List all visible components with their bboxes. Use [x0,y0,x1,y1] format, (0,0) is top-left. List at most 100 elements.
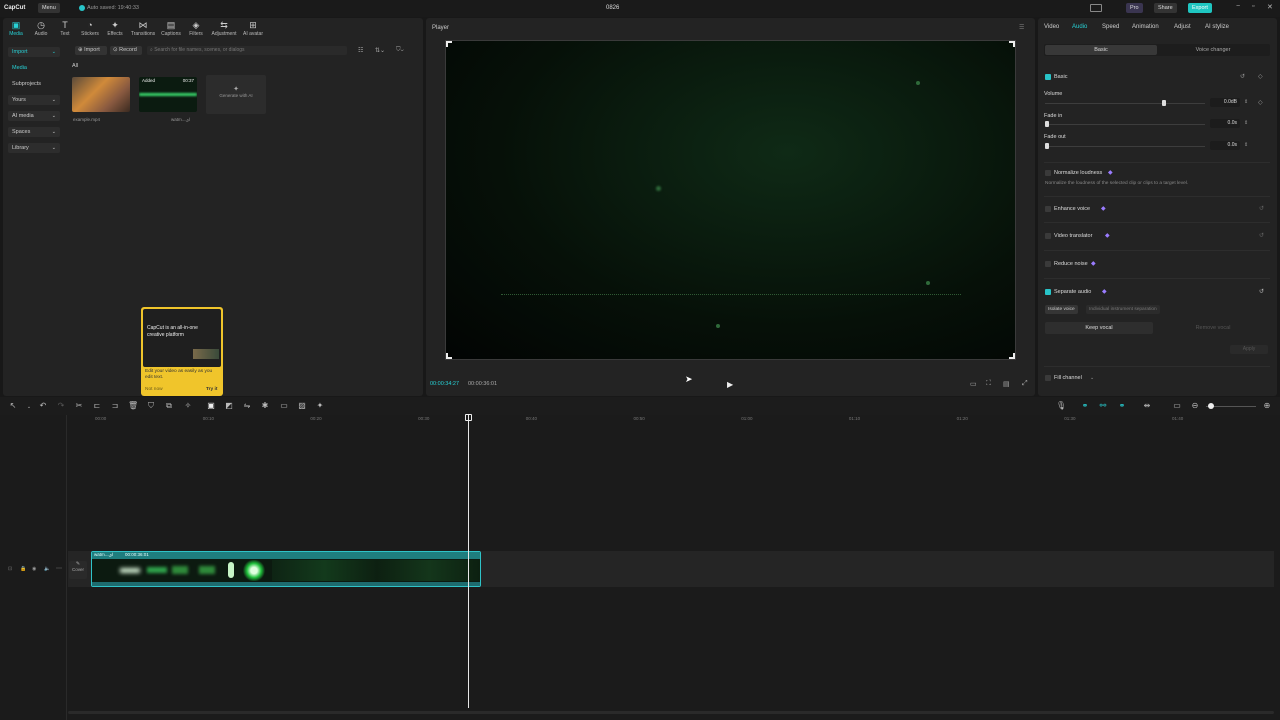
freeze-icon[interactable]: ◩ [224,401,234,410]
chip-isolate-voice[interactable]: Isolate voice [1045,305,1078,314]
zoom-out-icon[interactable]: ⊖ [1190,401,1200,410]
chip-instrument-separation[interactable]: Individual instrument separation [1086,305,1160,314]
keyframe-icon[interactable]: ◇ [1258,99,1263,106]
apply-button[interactable]: Apply [1230,345,1268,354]
link-icon[interactable]: ⚭ [1080,401,1090,410]
mirror-icon[interactable]: ⇋ [242,401,252,410]
reset-icon[interactable]: ↺ [1259,205,1264,212]
minimize-icon[interactable]: − [1236,3,1240,10]
video-clip[interactable]: watm...ای 00:00:36:01 [91,551,481,587]
filter-all-tab[interactable]: All [72,63,78,69]
stepper-icon[interactable]: ⇕ [1244,142,1248,148]
sidebar-item-library[interactable]: Library ⌄ [8,143,60,153]
sidebar-item-import[interactable]: Import ⌄ [8,47,60,57]
tab-speed[interactable]: Speed [1102,24,1119,30]
playhead-handle[interactable] [465,414,473,421]
fit-timeline-icon[interactable]: ▭ [1172,401,1182,410]
remove-vocal-option[interactable]: Remove vocal [1158,322,1268,334]
link-chain-icon[interactable]: ⚭ [1117,401,1127,410]
sparkle-tool-icon[interactable]: ✦ [315,401,325,410]
tab-adjust[interactable]: Adjust [1174,24,1191,30]
canvas-handle[interactable] [1009,353,1015,359]
fade-in-slider[interactable] [1045,124,1205,125]
reduce-noise-checkbox[interactable] [1045,261,1051,267]
sidebar-item-spaces[interactable]: Spaces ⌄ [8,127,60,137]
player-menu-icon[interactable]: ☰ [1019,24,1024,31]
fade-out-slider-knob[interactable] [1045,143,1049,149]
eye-icon[interactable]: ◉ [32,566,36,572]
image-tool-icon[interactable]: ▨ [297,401,307,410]
layout-icon[interactable] [1090,4,1102,12]
speaker-icon[interactable]: 🔈 [44,566,50,572]
tab-video[interactable]: Video [1044,24,1059,30]
undo-icon[interactable]: ↶ [38,401,48,410]
magic-icon[interactable]: ✱ [260,401,270,410]
tool-effects[interactable]: ✦ Effects [103,20,127,40]
stepper-icon[interactable]: ⇕ [1244,120,1248,126]
canvas-handle[interactable] [1009,41,1015,47]
tab-audio[interactable]: Audio [1072,24,1087,30]
sidebar-item-media[interactable]: Media [8,63,60,73]
sidebar-item-subprojects[interactable]: Subprojects [8,79,60,89]
redo-icon[interactable]: ↷ [56,401,66,410]
fade-in-value[interactable]: 0.0s [1210,119,1240,128]
normalize-checkbox[interactable] [1045,170,1051,176]
subtitle-icon[interactable]: ▭ [970,380,977,388]
tool-text[interactable]: T Text [53,20,77,40]
close-icon[interactable]: ✕ [1267,3,1273,11]
select-tool-icon[interactable]: ↖ [8,401,18,410]
tab-ai-stylize[interactable]: AI stylize [1205,24,1229,30]
media-thumb-watm[interactable]: Added 00:37 [139,77,197,112]
video-canvas[interactable] [445,40,1016,360]
sidebar-item-yours[interactable]: Yours ⌄ [8,95,60,105]
tool-filters[interactable]: ◈ Filters [184,20,208,40]
not-now-button[interactable]: Not now [145,387,163,392]
keep-vocal-option[interactable]: Keep vocal [1045,322,1153,334]
enhance-checkbox[interactable] [1045,206,1051,212]
menu-button[interactable]: Menu [38,3,60,13]
play-button[interactable]: ▶ [727,380,733,389]
fit-icon[interactable]: ⛶ [986,380,991,388]
share-button[interactable]: Share [1154,3,1177,13]
track-lock-icon[interactable]: ⊡ [8,566,12,572]
reset-icon[interactable]: ↺ [1240,73,1245,80]
canvas-handle[interactable] [446,41,452,47]
translator-checkbox[interactable] [1045,233,1051,239]
try-it-button[interactable]: Try it [206,387,217,392]
tool-captions[interactable]: ▤ Captions [159,20,183,40]
reset-icon[interactable]: ↺ [1259,232,1264,239]
more-icon[interactable]: ⋯ [56,565,62,572]
crop-icon[interactable]: ⧉ [164,401,174,411]
lock-icon[interactable]: 🔒 [20,566,26,572]
marker-icon[interactable]: ⛉ [146,401,156,411]
subtitle-tool-icon[interactable]: ▭ [279,401,289,410]
media-tool-icon[interactable]: ▣ [206,401,216,410]
split-right-icon[interactable]: ⊐ [110,401,120,410]
delete-icon[interactable]: 🗑 [128,401,138,410]
sidebar-item-ai-media[interactable]: AI media ⌄ [8,111,60,121]
tool-media[interactable]: ▣ Media [4,20,28,40]
magnet-icon[interactable]: ⚯ [1098,401,1108,410]
tool-adjustment[interactable]: ⇆ Adjustment [210,20,238,40]
split-icon[interactable]: ✂ [74,401,84,410]
import-button[interactable]: ⊕ Import [75,46,107,55]
tool-audio[interactable]: ◷ Audio [29,20,53,40]
export-button[interactable]: Export [1188,3,1212,13]
generate-ai-card[interactable]: ✦ Generate with AI [206,75,266,114]
tab-animation[interactable]: Animation [1132,24,1159,30]
timeline-scrollbar[interactable] [68,711,1274,714]
fade-out-slider[interactable] [1045,146,1205,147]
separate-audio-checkbox[interactable] [1045,289,1051,295]
split-left-icon[interactable]: ⊏ [92,401,102,410]
playhead[interactable] [465,414,473,708]
project-title[interactable]: 0826 [606,5,619,11]
preview-axis-icon[interactable]: ⇹ [1142,401,1152,410]
basic-checkbox[interactable] [1045,74,1051,80]
chevron-down-icon[interactable]: ⌄ [24,404,34,410]
search-input[interactable]: ⌕ Search for file names, scenes, or dial… [147,46,347,55]
fill-channel-checkbox[interactable] [1045,375,1051,381]
tool-stickers[interactable]: ◔ Stickers [78,20,102,40]
ratio-icon[interactable]: ▤ [1003,380,1010,388]
fade-out-value[interactable]: 0.0s [1210,141,1240,150]
stepper-icon[interactable]: ⇕ [1244,99,1248,105]
